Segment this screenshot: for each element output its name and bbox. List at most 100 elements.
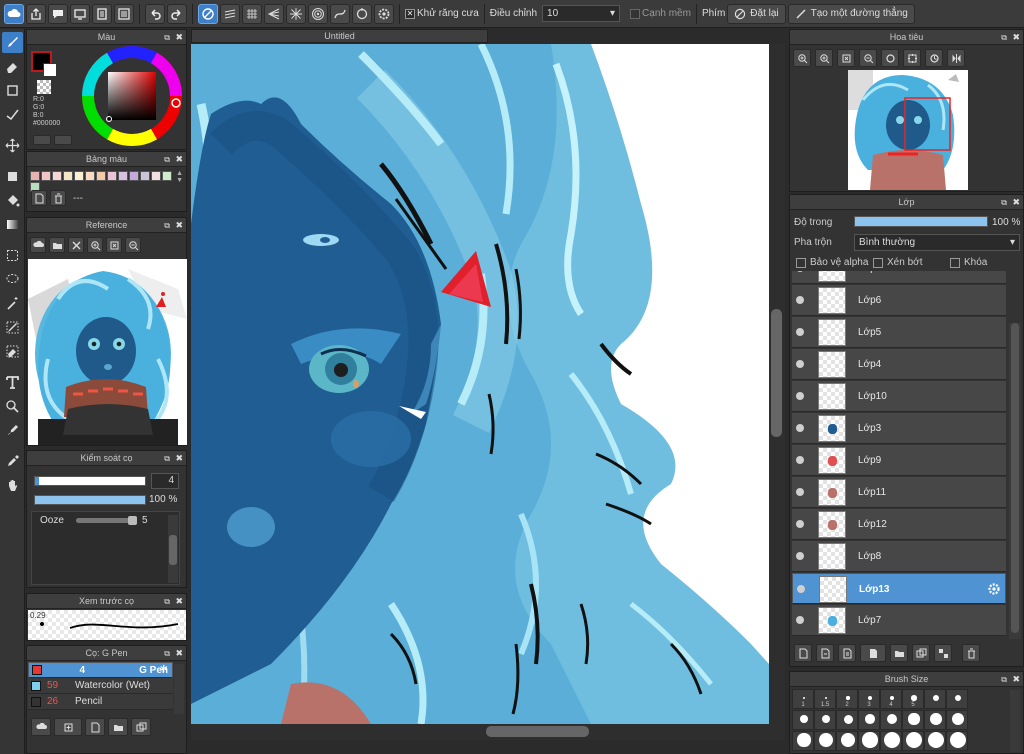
brush-size-cell[interactable]: 2 — [836, 689, 858, 709]
duplicate-brush-icon[interactable] — [131, 718, 151, 736]
grid-snap-icon[interactable] — [242, 3, 262, 24]
layer-row[interactable]: Lớp13 — [792, 573, 1006, 604]
brush-size-cell[interactable] — [924, 731, 946, 751]
close-icon[interactable]: ✖ — [175, 152, 183, 167]
brush-size-cell[interactable] — [946, 731, 968, 751]
visibility-eye-icon[interactable] — [796, 520, 804, 528]
detach-icon[interactable]: ⧉ — [164, 594, 170, 609]
soft-edge-checkbox[interactable] — [630, 8, 641, 19]
detach-icon[interactable]: ⧉ — [164, 218, 170, 233]
palette-swatch[interactable] — [85, 171, 95, 181]
detach-icon[interactable]: ⧉ — [164, 451, 170, 466]
visibility-eye-icon[interactable] — [796, 488, 804, 496]
navigator-preview[interactable] — [848, 70, 968, 190]
palette-swatch[interactable] — [118, 171, 128, 181]
blend-mode-select[interactable]: Bình thường ▾ — [854, 234, 1020, 251]
close-icon[interactable]: ✖ — [175, 451, 183, 466]
brush-size-cell[interactable] — [902, 710, 924, 730]
palette-swatch[interactable] — [162, 171, 172, 181]
vertical-scrollbar[interactable] — [769, 44, 785, 724]
brush-list-item[interactable]: 26 Pencil — [28, 694, 173, 710]
brush-size-scrollbar[interactable] — [1010, 690, 1020, 752]
brush-size-cell[interactable]: 5 — [902, 689, 924, 709]
drawing-canvas[interactable] — [191, 44, 769, 724]
brush-size-cell[interactable] — [814, 731, 836, 751]
layer-row[interactable]: Lớp7 — [792, 605, 1006, 636]
adjust-select[interactable]: 10 ▾ — [542, 5, 621, 22]
fit-screen-icon[interactable] — [837, 49, 855, 67]
brush-size-cell[interactable]: 3 — [858, 689, 880, 709]
ooze-slider-knob[interactable] — [128, 516, 137, 525]
gear-icon[interactable]: ✲ — [160, 664, 168, 675]
horizontal-scrollbar[interactable] — [191, 724, 785, 740]
size-slider[interactable] — [34, 476, 146, 486]
visibility-eye-icon[interactable] — [796, 271, 804, 272]
concentric-snap-icon[interactable] — [308, 3, 328, 24]
new-layer-icon[interactable] — [794, 644, 812, 662]
color-mode-button-2[interactable] — [54, 135, 72, 145]
detach-icon[interactable]: ⧉ — [164, 30, 170, 45]
brush-list-scrollbar[interactable] — [174, 664, 184, 714]
layer-list-scrollbar[interactable] — [1009, 323, 1021, 639]
list-panel-icon[interactable] — [114, 3, 134, 24]
select-eraser-tool-icon[interactable] — [2, 341, 23, 362]
layer-row[interactable]: Lớp1 — [792, 271, 1006, 284]
layer-row[interactable]: Lớp8 — [792, 541, 1006, 572]
brush-size-cell[interactable] — [924, 710, 946, 730]
chat-icon[interactable] — [48, 3, 68, 24]
detach-icon[interactable]: ⧉ — [1001, 672, 1007, 687]
rect-select-tool-icon[interactable] — [2, 245, 23, 266]
document-tab[interactable]: Untitled — [191, 29, 488, 43]
close-icon[interactable]: ✖ — [175, 646, 183, 661]
reset-view-icon[interactable] — [903, 49, 921, 67]
smudge-tool-icon[interactable] — [2, 420, 23, 441]
zoom-in-alt-icon[interactable] — [815, 49, 833, 67]
params-scroll-thumb[interactable] — [169, 535, 177, 565]
brush-size-cell[interactable]: 1.5 — [814, 689, 836, 709]
color-mode-button-1[interactable] — [33, 135, 51, 145]
visibility-eye-icon[interactable] — [796, 552, 804, 560]
brush-size-cell[interactable]: 4 — [880, 689, 902, 709]
visibility-eye-icon[interactable] — [796, 360, 804, 368]
layer-row[interactable]: Lớp6 — [792, 285, 1006, 316]
new-layer-1bit-icon[interactable] — [838, 644, 856, 662]
new-folder-icon[interactable] — [890, 644, 908, 662]
new-layer-8bit-icon[interactable] — [816, 644, 834, 662]
palette-swatch[interactable] — [52, 171, 62, 181]
radial-snap-icon[interactable] — [286, 3, 306, 24]
lasso-tool-icon[interactable] — [2, 269, 23, 290]
operation-tool-icon[interactable] — [2, 396, 23, 417]
layer-row[interactable]: Lớp11 — [792, 477, 1006, 508]
zoom-in-icon[interactable] — [793, 49, 811, 67]
layer-row[interactable]: Lớp3 — [792, 413, 1006, 444]
redo-icon[interactable] — [167, 3, 187, 24]
brush-settings-icon[interactable] — [85, 718, 105, 736]
magic-wand-tool-icon[interactable] — [2, 293, 23, 314]
straight-line-button[interactable]: Tạo một đường thẳng — [787, 3, 915, 24]
detach-icon[interactable]: ⧉ — [164, 646, 170, 661]
delete-layer-icon[interactable] — [962, 644, 980, 662]
visibility-eye-icon[interactable] — [796, 616, 804, 624]
close-icon[interactable]: ✖ — [1012, 30, 1020, 45]
brush-size-cell[interactable] — [924, 689, 946, 709]
eraser-tool-icon[interactable] — [2, 56, 23, 77]
color-wheel[interactable] — [82, 46, 182, 146]
brush-size-cell[interactable] — [902, 731, 924, 751]
visibility-eye-icon[interactable] — [796, 392, 804, 400]
hand-tool-icon[interactable] — [2, 475, 23, 496]
detach-icon[interactable]: ⧉ — [1001, 195, 1007, 210]
opacity-slider[interactable] — [34, 495, 146, 505]
layer-row[interactable]: Lớp9 — [792, 445, 1006, 476]
cloud-import-icon[interactable] — [30, 237, 46, 253]
add-halftone-icon[interactable] — [860, 644, 886, 662]
brush-size-cell[interactable] — [792, 710, 814, 730]
zoom-in-icon[interactable] — [87, 237, 103, 253]
cloud-brush-icon[interactable] — [31, 718, 51, 736]
brush-size-cell[interactable] — [836, 731, 858, 751]
lock-option[interactable]: Khóa — [950, 257, 987, 268]
rotate-left-icon[interactable] — [881, 49, 899, 67]
bucket-tool-icon[interactable] — [2, 190, 23, 211]
eyedropper-tool-icon[interactable] — [2, 451, 23, 472]
new-palette-icon[interactable] — [31, 190, 47, 206]
horizontal-scroll-thumb[interactable] — [486, 726, 589, 737]
